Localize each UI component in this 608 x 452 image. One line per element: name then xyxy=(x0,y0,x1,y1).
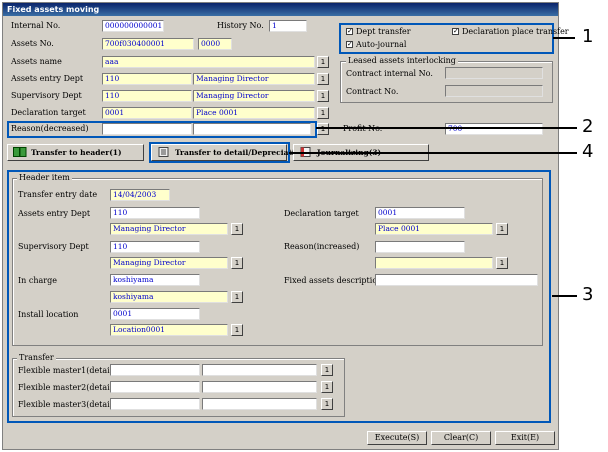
leased-assets-title: Leased assets interlocking xyxy=(346,56,458,66)
flexible-master3-label: Flexible master3(detail) xyxy=(18,400,116,409)
reason-decreased-label: Reason(decreased) xyxy=(11,124,89,133)
book-icon xyxy=(13,147,27,157)
hi-supervisory-dept-name-field: Managing Director xyxy=(110,257,228,269)
clear-button[interactable]: Clear(C) xyxy=(431,431,491,445)
profit-no-field[interactable]: 700 xyxy=(445,123,543,135)
hi-declaration-target-label: Declaration target xyxy=(284,209,359,218)
in-charge-lookup-button[interactable]: 1 xyxy=(231,291,243,303)
flexible-master2-code-field[interactable] xyxy=(110,381,200,393)
declaration-target-lookup-button[interactable]: 1 xyxy=(317,107,329,119)
callout-number-2: 2 xyxy=(582,116,594,137)
hi-entry-dept-lookup-button[interactable]: 1 xyxy=(231,223,243,235)
assets-name-lookup-button[interactable]: 1 xyxy=(317,56,329,68)
flexible-master3-name-field xyxy=(202,398,317,410)
hi-entry-dept-label: Assets entry Dept xyxy=(18,209,91,218)
hi-entry-dept-code-field[interactable]: 110 xyxy=(110,207,200,219)
reason-increased-lookup-button[interactable]: 1 xyxy=(496,257,508,269)
callout-line-1 xyxy=(553,37,575,39)
header-item-title: Header item xyxy=(17,173,72,183)
window-title: Fixed assets moving xyxy=(7,5,100,14)
hi-entry-dept-name-field: Managing Director xyxy=(110,223,228,235)
tab-transfer-to-header[interactable]: Transfer to header(1) xyxy=(7,144,144,161)
flexible-master2-name-field xyxy=(202,381,317,393)
fixed-assets-description-field[interactable] xyxy=(375,274,538,286)
install-location-name-field: Location0001 xyxy=(110,324,228,336)
dept-transfer-checkbox[interactable]: ✓ xyxy=(346,28,353,35)
contract-internal-no-label: Contract internal No. xyxy=(346,69,433,78)
hi-supervisory-dept-label: Supervisory Dept xyxy=(18,242,89,251)
declaration-target-name-field: Place 0001 xyxy=(193,107,315,119)
callout-number-4: 4 xyxy=(582,141,594,162)
callout-line-4 xyxy=(289,152,577,154)
callout-number-3: 3 xyxy=(582,284,594,305)
hi-declaration-target-lookup-button[interactable]: 1 xyxy=(496,223,508,235)
contract-no-label: Contract No. xyxy=(346,87,399,96)
declaration-target-label: Declaration target xyxy=(11,108,86,117)
flexible-master2-label: Flexible master2(detail) xyxy=(18,383,116,392)
entry-dept-label: Assets entry Dept xyxy=(11,74,84,83)
reason-decreased-name-field xyxy=(193,123,311,135)
flexible-master3-lookup-button[interactable]: 1 xyxy=(321,398,333,410)
flexible-master1-code-field[interactable] xyxy=(110,364,200,376)
reason-increased-code-field[interactable] xyxy=(375,241,465,253)
flexible-master1-name-field xyxy=(202,364,317,376)
in-charge-code-field[interactable]: koshiyama xyxy=(110,274,200,286)
callout-number-1: 1 xyxy=(582,26,594,47)
assets-no-label: Assets No. xyxy=(11,39,54,48)
reason-increased-label: Reason(increased) xyxy=(284,242,360,251)
install-location-label: Install location xyxy=(18,310,79,319)
profit-no-label: Profit No. xyxy=(343,123,382,135)
hi-supervisory-dept-lookup-button[interactable]: 1 xyxy=(231,257,243,269)
declaration-target-code-field[interactable]: 0001 xyxy=(102,107,192,119)
transfer-entry-date-field[interactable]: 14/04/2003 xyxy=(110,189,170,201)
auto-journal-label: Auto-journal xyxy=(356,40,407,49)
supervisory-dept-code-field[interactable]: 110 xyxy=(102,90,192,102)
reason-increased-name-field xyxy=(375,257,493,269)
supervisory-dept-name-field: Managing Director xyxy=(193,90,315,102)
history-no-label: History No. xyxy=(217,21,264,30)
hi-supervisory-dept-code-field[interactable]: 110 xyxy=(110,241,200,253)
flexible-master1-label: Flexible master1(detail) xyxy=(18,366,116,375)
flexible-master3-code-field[interactable] xyxy=(110,398,200,410)
contract-internal-no-field xyxy=(445,67,543,79)
auto-journal-checkbox[interactable]: ✓ xyxy=(346,41,353,48)
exit-button[interactable]: Exit(E) xyxy=(495,431,555,445)
tab-transfer-to-header-label: Transfer to header(1) xyxy=(31,148,122,157)
fixed-assets-description-label: Fixed assets description xyxy=(284,276,383,285)
entry-dept-code-field[interactable]: 110 xyxy=(102,73,192,85)
install-location-code-field[interactable]: 0001 xyxy=(110,308,200,320)
install-location-lookup-button[interactable]: 1 xyxy=(231,324,243,336)
reason-decreased-lookup-button[interactable]: 1 xyxy=(317,123,329,135)
callout-line-3 xyxy=(552,295,577,297)
assets-no-sub-field[interactable]: 0000 xyxy=(198,38,232,50)
fixed-assets-window: Fixed assets moving Internal No. 0000000… xyxy=(2,2,569,450)
entry-dept-name-field: Managing Director xyxy=(193,73,315,85)
reason-decreased-code-field[interactable] xyxy=(102,123,192,135)
internal-no-field[interactable]: 000000000001 xyxy=(102,20,164,32)
supervisory-dept-label: Supervisory Dept xyxy=(11,91,82,100)
execute-button[interactable]: Execute(S) xyxy=(367,431,427,445)
assets-name-label: Assets name xyxy=(11,57,62,66)
history-no-field[interactable]: 1 xyxy=(269,20,307,32)
title-bar: Fixed assets moving xyxy=(3,3,558,16)
callout-line-2 xyxy=(316,127,577,129)
in-charge-name-field: koshiyama xyxy=(110,291,228,303)
hi-declaration-target-name-field: Place 0001 xyxy=(375,223,493,235)
declaration-place-transfer-checkbox[interactable]: ✓ xyxy=(452,28,459,35)
contract-no-field xyxy=(445,85,543,97)
internal-no-label: Internal No. xyxy=(11,21,61,30)
transfer-title: Transfer xyxy=(17,353,56,363)
in-charge-label: In charge xyxy=(18,276,57,285)
supervisory-dept-lookup-button[interactable]: 1 xyxy=(317,90,329,102)
assets-name-field[interactable]: aaa xyxy=(102,56,315,68)
flexible-master1-lookup-button[interactable]: 1 xyxy=(321,364,333,376)
flexible-master2-lookup-button[interactable]: 1 xyxy=(321,381,333,393)
dept-transfer-label: Dept transfer xyxy=(356,27,411,36)
transfer-entry-date-label: Transfer entry date xyxy=(18,190,98,199)
entry-dept-lookup-button[interactable]: 1 xyxy=(317,73,329,85)
assets-no-field[interactable]: 700f030400001 xyxy=(102,38,194,50)
hi-declaration-target-code-field[interactable]: 0001 xyxy=(375,207,465,219)
tab-detail-highlight xyxy=(149,142,290,163)
